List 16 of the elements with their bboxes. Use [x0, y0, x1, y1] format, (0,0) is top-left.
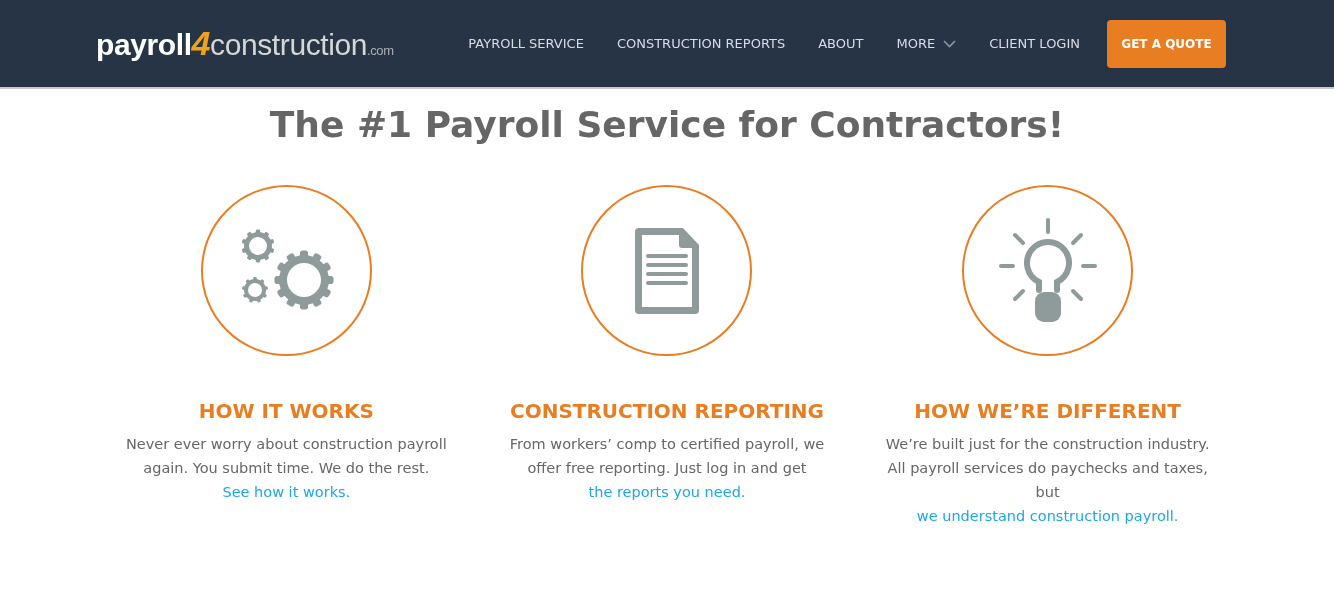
nav-link[interactable]: CLIENT LOGIN — [989, 33, 1080, 54]
site-logo[interactable]: payroll4construction.com — [96, 18, 394, 69]
light-bulb-icon — [997, 217, 1098, 324]
feature-title: HOW WE’RE DIFFERENT — [914, 398, 1181, 425]
nav-link[interactable]: CONSTRUCTION REPORTS — [616, 33, 786, 54]
feature-title: HOW IT WORKS — [198, 398, 374, 425]
document-icon — [635, 227, 699, 314]
page-headline: The #1 Payroll Service for Contractors! — [268, 103, 1066, 147]
nav-link[interactable]: PAYROLL SERVICE — [468, 33, 584, 54]
feature-description: We’re built just for the construction industry. All payroll services do paychecks and taxes, but we understand construction payroll. — [884, 435, 1211, 526]
feature-description: Never ever worry about construction payroll again. You submit time. We do the rest. See how it works. — [124, 435, 448, 502]
nav-link[interactable]: ABOUT — [818, 33, 864, 54]
feature-title: CONSTRUCTION REPORTING — [509, 398, 824, 425]
chevron-down-icon — [943, 39, 957, 48]
nav-link[interactable]: MORE — [896, 33, 957, 54]
feature-description: From workers’ comp to certified payroll, we offer free reporting. Just log in and get the reports you need. — [508, 435, 826, 502]
